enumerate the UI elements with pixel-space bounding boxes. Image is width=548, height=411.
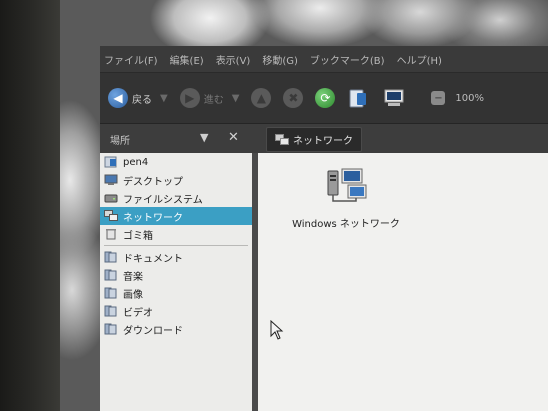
menubar: ファイル(F) 編集(E) 表示(V) 移動(G) ブックマーク(B) ヘルプ(…	[100, 46, 548, 73]
network-icon	[104, 210, 118, 221]
network-icon	[275, 133, 289, 145]
sidebar-item-trash[interactable]: ゴミ箱	[100, 225, 252, 243]
sidebar-item-label: 音楽	[123, 271, 143, 283]
file-manager-window: ファイル(F) 編集(E) 表示(V) 移動(G) ブックマーク(B) ヘルプ(…	[100, 46, 548, 411]
toolbar: ◀ 戻る ▼ ▶ 進む ▼ ▲ ✖ ⟳ − 100%	[100, 73, 548, 124]
file-view: Windows ネットワーク	[258, 153, 548, 411]
sidebar-item-label: 画像	[123, 289, 143, 301]
sidebar-item-label: ビデオ	[123, 307, 153, 319]
places-sidebar: pen4 デスクトップ ファイルシステム ネットワーク ゴミ箱 ドキュメント 音…	[100, 153, 258, 411]
places-dropdown-icon[interactable]: ▼	[200, 131, 208, 144]
desktop-icon	[104, 174, 118, 185]
computer-icon[interactable]	[383, 87, 405, 109]
forward-button[interactable]: ▶ 進む	[179, 88, 224, 108]
stop-button[interactable]: ✖	[283, 88, 307, 108]
forward-history-dropdown-icon[interactable]: ▼	[232, 93, 240, 104]
drive-icon	[104, 194, 118, 203]
close-sidebar-icon[interactable]: ✕	[228, 130, 239, 145]
forward-label: 進む	[203, 94, 224, 106]
reload-button[interactable]: ⟳	[315, 88, 339, 108]
zoom-out-icon[interactable]: −	[431, 91, 446, 105]
back-history-dropdown-icon[interactable]: ▼	[160, 93, 168, 104]
up-button[interactable]: ▲	[251, 88, 275, 108]
menu-go[interactable]: 移動(G)	[262, 52, 298, 67]
location-bar: 場所 ▼ ✕ ネットワーク	[100, 124, 548, 155]
back-button[interactable]: ◀ 戻る	[108, 88, 152, 108]
sidebar-divider	[104, 245, 248, 246]
up-arrow-icon: ▲	[251, 88, 272, 108]
sidebar-item-documents[interactable]: ドキュメント	[100, 248, 252, 266]
menu-file[interactable]: ファイル(F)	[104, 52, 158, 67]
trash-icon	[106, 229, 116, 240]
folder-icon	[104, 287, 117, 299]
places-header: 場所	[110, 136, 130, 147]
sidebar-item-network[interactable]: ネットワーク	[100, 207, 252, 225]
network-item-windows[interactable]: Windows ネットワーク	[286, 167, 406, 230]
sidebar-item-label: ネットワーク	[123, 212, 183, 224]
reload-icon: ⟳	[315, 88, 336, 108]
breadcrumb-network[interactable]: ネットワーク	[266, 127, 362, 152]
home-folder-icon	[104, 156, 117, 168]
zoom-control: − 100%	[431, 91, 484, 105]
folder-icon	[104, 251, 117, 263]
folder-icon	[104, 305, 117, 317]
back-label: 戻る	[132, 94, 152, 106]
sidebar-item-label: ファイルシステム	[123, 194, 203, 206]
sidebar-item-downloads[interactable]: ダウンロード	[100, 320, 252, 338]
home-folder-icon[interactable]	[347, 87, 369, 109]
sidebar-item-pictures[interactable]: 画像	[100, 284, 252, 302]
windows-network-icon	[327, 168, 367, 202]
stop-icon: ✖	[283, 88, 304, 108]
zoom-level: 100%	[455, 92, 484, 104]
menu-view[interactable]: 表示(V)	[216, 52, 251, 67]
mouse-pointer-icon	[270, 320, 284, 340]
breadcrumb-label: ネットワーク	[293, 136, 353, 147]
sidebar-item-videos[interactable]: ビデオ	[100, 302, 252, 320]
monitor-bezel	[0, 0, 60, 411]
sidebar-item-desktop[interactable]: デスクトップ	[100, 171, 252, 189]
sidebar-item-label: ドキュメント	[123, 253, 183, 265]
folder-icon	[104, 323, 117, 335]
forward-arrow-icon: ▶	[179, 88, 200, 108]
menu-bookmarks[interactable]: ブックマーク(B)	[310, 52, 385, 67]
sidebar-item-filesystem[interactable]: ファイルシステム	[100, 189, 252, 207]
sidebar-item-label: pen4	[123, 156, 149, 168]
sidebar-item-home[interactable]: pen4	[100, 153, 252, 171]
sidebar-item-label: デスクトップ	[123, 176, 183, 188]
back-arrow-icon: ◀	[108, 88, 128, 108]
menu-help[interactable]: ヘルプ(H)	[397, 52, 442, 67]
sidebar-item-label: ダウンロード	[123, 325, 183, 337]
menu-edit[interactable]: 編集(E)	[170, 52, 204, 67]
sidebar-item-label: ゴミ箱	[123, 230, 153, 242]
folder-icon	[104, 269, 117, 281]
sidebar-item-music[interactable]: 音楽	[100, 266, 252, 284]
network-item-label: Windows ネットワーク	[292, 219, 400, 230]
